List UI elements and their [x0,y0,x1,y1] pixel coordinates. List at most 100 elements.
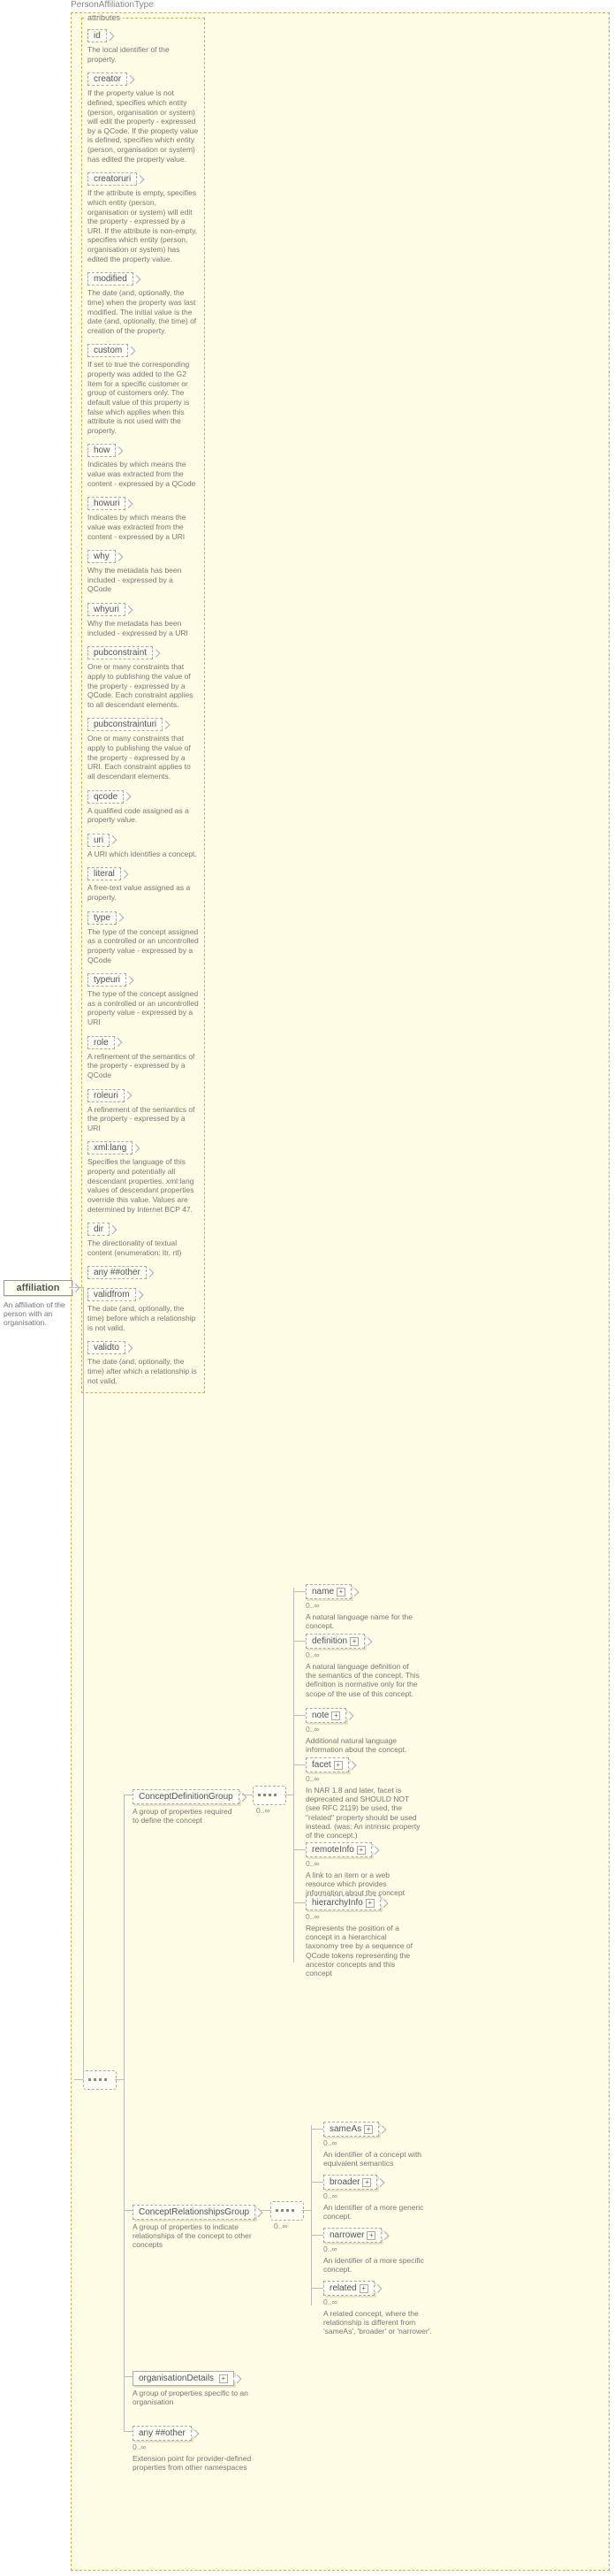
attribute-desc: Why the metadata has been included - exp… [87,619,199,637]
element-organisation-details: organisationDetails + A group of propert… [133,2371,256,2406]
attribute-desc: The directionality of textual content (e… [87,1238,199,1257]
element-desc: A natural language definition of the sem… [306,1662,421,1698]
expand-icon[interactable]: + [334,1761,343,1770]
attribute-label: any ##other [87,1266,147,1279]
cardinality-any: 0..∞ [133,2443,256,2451]
attribute-label: roleuri [87,1089,125,1102]
attribute-label: modified [87,272,133,286]
attribute-creatoruri: creatoruri If the attribute is empty, spe… [87,172,199,263]
attribute-how: how Indicates by which means the value wa… [87,444,199,488]
attribute-custom: custom If set to true the corresponding p… [87,344,199,435]
element-hierarchyinfo: hierarchyInfo+0..∞Represents the positio… [306,1895,421,1978]
attribute-label: how [87,444,116,457]
attribute-desc: If the attribute is empty, specifies whi… [87,188,199,263]
cardinality: 0..∞ [323,2138,438,2147]
cardinality: 0..∞ [306,1650,421,1659]
attribute-desc: A free-text value assigned as a property… [87,883,199,902]
attribute-validto: validtoThe date (and, optionally, the ti… [87,1341,199,1385]
attribute-pubconstrainturi: pubconstrainturiOne or many constraints … [87,718,199,781]
attribute-label: id [87,29,107,42]
attribute-id: id The local identifier of the property. [87,29,199,64]
cardinality: 0..∞ [323,2244,438,2253]
attribute-desc: If the property value is not defined, sp… [87,88,199,164]
attribute-type: typeThe type of the concept assigned as … [87,911,199,965]
expand-icon[interactable]: + [357,1846,366,1855]
element-desc: A related concept, where the relationshi… [323,2309,438,2336]
attribute-desc: The type of the concept assigned as a co… [87,989,199,1027]
cardinality: 0..∞ [306,1859,421,1868]
element-desc: A natural language name for the concept. [306,1612,421,1630]
attribute-label: creatoruri [87,172,137,186]
attribute-desc: Indicates by which means the value was e… [87,460,199,488]
attributes-heading: attributes [85,13,123,22]
expand-icon[interactable]: + [364,2125,373,2134]
cardinality: 0..∞ [323,2298,438,2306]
element-note: note+ 0..∞ Additional natural language inf… [306,1708,421,1754]
element-broader: broader+0..∞An identifier of a more gene… [323,2175,438,2221]
attribute-uri: uriA URI which identifies a concept. [87,834,199,859]
element-label: related+ [323,2281,375,2296]
element-label: sameAs+ [323,2122,379,2137]
element-any-other: any ##other 0..∞ Extension point for pro… [133,2426,256,2472]
attribute-desc: The type of the concept assigned as a co… [87,927,199,965]
attribute-literal: literal A free-text value assigned as a p… [87,867,199,902]
attribute-desc: The date (and, optionally, the time) whe… [87,288,199,335]
attribute-typeuri: typeuri The type of the concept assigned … [87,973,199,1027]
element-label: facet+ [306,1757,349,1772]
group-concept-definition-label: ConceptDefinitionGroup [133,1789,239,1804]
group-concept-relationships-label: ConceptRelationshipsGroup [133,2205,255,2220]
attribute-why: why Why the metadata has been included - … [87,550,199,594]
element-label: remoteInfo+ [306,1842,372,1857]
cardinality: 0..∞ [306,1601,421,1610]
element-label: hierarchyInfo+ [306,1895,381,1910]
expand-icon[interactable]: + [366,1899,375,1908]
expand-icon[interactable]: + [331,1711,340,1720]
element-organisation-details-desc: A group of properties specific to an org… [133,2389,256,2406]
cardinality: 0..∞ [306,1725,421,1734]
attributes-group: attributes idThe local identifier of the… [81,18,205,1393]
sequence-compositor-main [83,2070,117,2090]
attribute-label: role [87,1036,115,1049]
element-desc: An identifier of a more specific concept… [323,2256,438,2274]
attribute-dir: dirThe directionality of textual content… [87,1223,199,1257]
element-label: narrower+ [323,2228,382,2243]
attribute-any---other: any ##other [87,1266,199,1279]
root-element-label: affiliation [4,1280,72,1296]
attribute-qcode: qcodeA qualified code assigned as a prop… [87,790,199,825]
element-desc: Additional natural language information … [306,1736,421,1754]
attribute-label: why [87,550,116,563]
attribute-desc: A qualified code assigned as a property … [87,806,199,825]
sequence-compositor-crg [270,2201,304,2221]
attribute-desc: One or many constraints that apply to pu… [87,734,199,781]
expand-icon[interactable]: + [360,2284,368,2293]
attribute-desc: If set to true the corresponding propert… [87,360,199,435]
expand-icon[interactable]: + [367,2231,375,2240]
attribute-role: roleA refinement of the semantics of the… [87,1036,199,1080]
schema-type-title: PersonAffiliationType [71,0,154,10]
group-concept-relationships-desc: A group of properties to indicate relati… [133,2222,253,2250]
element-definition: definition+0..∞A natural language defini… [306,1634,421,1698]
attribute-label: custom [87,344,128,357]
attribute-whyuri: whyuriWhy the metadata has been included… [87,603,199,637]
attribute-roleuri: roleuri A refinement of the semantics of … [87,1089,199,1133]
attribute-label: typeuri [87,973,126,987]
expand-icon[interactable]: + [337,1588,345,1597]
element-label: note+ [306,1708,346,1723]
element-desc: Represents the position of a concept in … [306,1924,421,1978]
attribute-desc: Why the metadata has been included - exp… [87,566,199,594]
element-label: broader+ [323,2175,377,2190]
group-concept-definition: ConceptDefinitionGroup A group of proper… [133,1789,235,1825]
attribute-desc: Indicates by which means the value was e… [87,513,199,541]
element-desc: A link to an item or a web resource whic… [306,1871,421,1898]
expand-icon[interactable]: + [219,2374,228,2383]
attribute-desc: The local identifier of the property. [87,45,199,64]
expand-icon[interactable]: + [350,1637,359,1646]
attribute-label: pubconstraint [87,646,153,659]
expand-icon[interactable]: + [362,2178,371,2187]
attribute-validfrom: validfromThe date (and, optionally, the … [87,1288,199,1332]
element-organisation-details-label: organisationDetails + [133,2371,234,2386]
attribute-desc: A refinement of the semantics of the pro… [87,1105,199,1133]
attribute-label: literal [87,867,121,880]
element-desc: An identifier of a concept with equivale… [323,2150,438,2168]
attribute-desc: Specifies the language of this property … [87,1157,199,1214]
